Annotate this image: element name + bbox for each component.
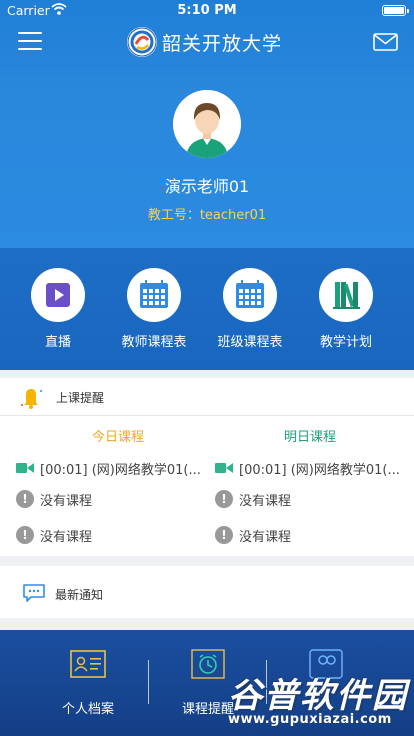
quick-item-class-schedule[interactable]: 班级课程表 — [202, 268, 298, 350]
quick-menu: 直播 教师课程表 班级课程表 教学计划 — [0, 248, 414, 370]
status-bar: Carrier 5:10 PM — [0, 0, 414, 22]
teacher-name: 演示老师01 — [164, 177, 250, 196]
mail-icon[interactable] — [373, 33, 398, 51]
tomorrow-empty-row: ! 没有课程 — [215, 489, 410, 513]
latest-notice-card[interactable]: 最新通知 — [0, 566, 414, 618]
quick-label: 教师课程表 — [121, 335, 187, 350]
message-icon — [23, 584, 45, 602]
profile-card-icon — [70, 650, 106, 678]
tomorrow-empty-row: ! 没有课程 — [215, 525, 410, 549]
class-reminder-card: 上课提醒 今日课程 明日课程 [00:01] (网)网络教学01(... ! 没… — [0, 378, 414, 556]
notice-title: 最新通知 — [55, 588, 104, 602]
calendar-icon — [127, 268, 181, 322]
course-text: 没有课程 — [40, 494, 93, 509]
app-title: 韶关开放大学 — [162, 33, 283, 55]
profile-header: Carrier 5:10 PM 韶关开放大学 演示老师01 教工号：teache… — [0, 0, 414, 248]
bell-icon — [16, 384, 46, 410]
alert-icon: ! — [215, 490, 233, 508]
reminder-header: 上课提醒 — [0, 378, 414, 416]
calendar-icon — [223, 268, 277, 322]
nav-bar: 韶关开放大学 — [0, 22, 414, 64]
course-text: [00:01] (网)网络教学01(... — [40, 463, 201, 478]
course-text: 没有课程 — [239, 494, 292, 509]
school-logo-icon — [127, 27, 157, 57]
watermark-url: www.gupuxiazai.com — [228, 712, 392, 727]
books-icon — [319, 268, 373, 322]
course-text: 没有课程 — [40, 530, 93, 545]
course-text: 没有课程 — [239, 530, 292, 545]
alert-icon: ! — [16, 490, 34, 508]
today-courses-title: 今日课程 — [91, 430, 144, 445]
watermark: 谷普软件园 www.gupuxiazai.com — [228, 668, 410, 734]
reminder-title: 上课提醒 — [56, 391, 105, 405]
alert-icon: ! — [215, 526, 233, 544]
tomorrow-course-row[interactable]: [00:01] (网)网络教学01(... — [215, 458, 410, 482]
play-icon — [31, 268, 85, 322]
today-course-row[interactable]: [00:01] (网)网络教学01(... — [16, 458, 211, 482]
avatar[interactable] — [173, 90, 241, 158]
alarm-clock-icon — [191, 649, 225, 679]
quick-item-teaching-plan[interactable]: 教学计划 — [298, 268, 394, 350]
today-empty-row: ! 没有课程 — [16, 525, 211, 549]
alert-icon: ! — [16, 526, 34, 544]
tab-label: 个人档案 — [61, 702, 114, 717]
course-text: [00:01] (网)网络教学01(... — [239, 463, 400, 478]
quick-item-teacher-schedule[interactable]: 教师课程表 — [106, 268, 202, 350]
app-screen: Carrier 5:10 PM 韶关开放大学 演示老师01 教工号：teache… — [0, 0, 414, 736]
video-camera-icon — [215, 463, 233, 473]
avatar-person-icon — [173, 90, 241, 158]
tomorrow-courses-title: 明日课程 — [283, 430, 336, 445]
video-camera-icon — [16, 463, 34, 473]
teacher-id: 教工号：teacher01 — [147, 208, 267, 223]
quick-item-live[interactable]: 直播 — [10, 268, 106, 350]
quick-label: 教学计划 — [319, 335, 372, 350]
battery-icon — [382, 5, 409, 16]
menu-icon[interactable] — [18, 32, 42, 52]
status-time: 5:10 PM — [177, 3, 237, 18]
quick-label: 直播 — [44, 335, 71, 350]
quick-label: 班级课程表 — [217, 335, 283, 350]
watermark-title: 谷普软件园 — [228, 676, 408, 716]
tab-personal-profile[interactable]: 个人档案 — [28, 648, 148, 717]
today-empty-row: ! 没有课程 — [16, 489, 211, 513]
